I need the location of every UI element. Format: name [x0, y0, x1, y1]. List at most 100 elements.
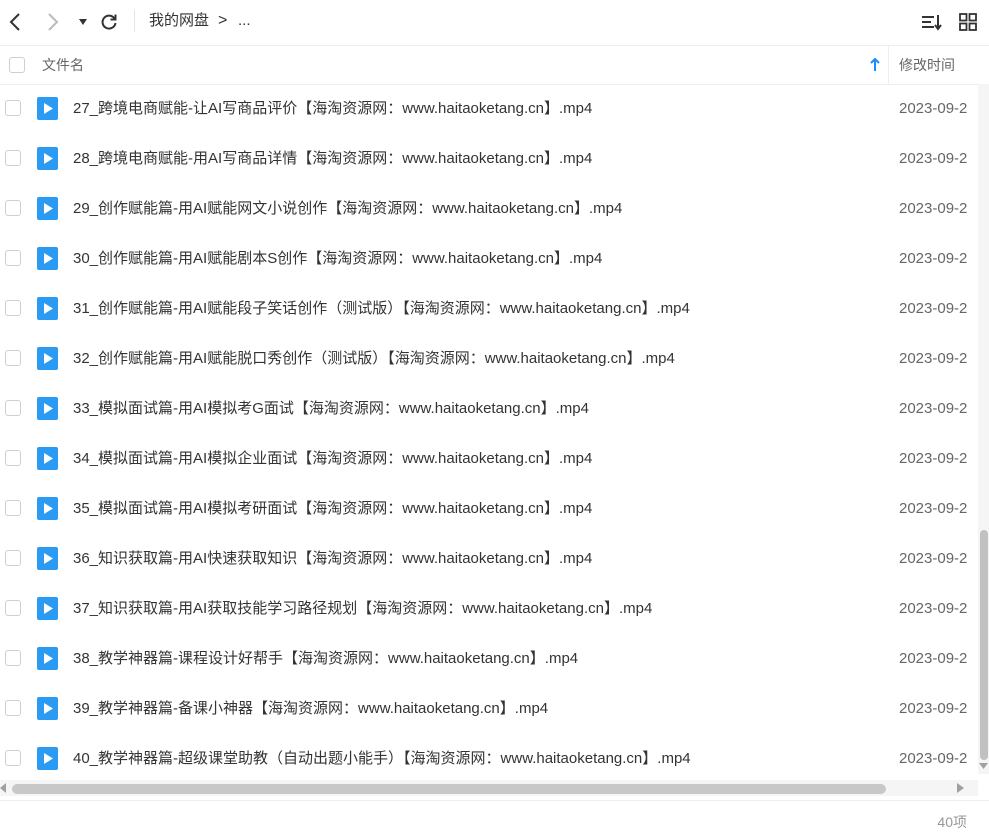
- file-name[interactable]: 28_跨境电商赋能-用AI写商品详情【海淘资源网：www.haitaoketan…: [73, 149, 592, 169]
- file-name[interactable]: 32_创作赋能篇-用AI赋能脱口秀创作（测试版）【海淘资源网：www.haita…: [73, 349, 675, 369]
- file-checkbox[interactable]: [5, 100, 21, 116]
- file-row[interactable]: 33_模拟面试篇-用AI模拟考G面试【海淘资源网：www.haitaoketan…: [0, 384, 978, 434]
- file-checkbox[interactable]: [5, 400, 21, 416]
- toolbar-divider: [134, 10, 135, 32]
- item-count: 40项: [937, 814, 967, 830]
- history-dropdown-button[interactable]: [74, 8, 92, 36]
- file-modified-date: 2023-09-2: [899, 450, 968, 467]
- file-row[interactable]: 36_知识获取篇-用AI快速获取知识【海淘资源网：www.haitaoketan…: [0, 534, 978, 584]
- file-name[interactable]: 38_教学神器篇-课程设计好帮手【海淘资源网：www.haitaoketang.…: [73, 649, 578, 669]
- video-file-icon: [37, 647, 58, 670]
- file-checkbox[interactable]: [5, 600, 21, 616]
- file-checkbox[interactable]: [5, 550, 21, 566]
- file-name[interactable]: 27_跨境电商赋能-让AI写商品评价【海淘资源网：www.haitaoketan…: [73, 99, 592, 119]
- breadcrumb-separator: >: [218, 12, 228, 29]
- file-checkbox[interactable]: [5, 650, 21, 666]
- file-name[interactable]: 30_创作赋能篇-用AI赋能剧本S创作【海淘资源网：www.haitaoketa…: [73, 249, 602, 269]
- file-row[interactable]: 34_模拟面试篇-用AI模拟企业面试【海淘资源网：www.haitaoketan…: [0, 434, 978, 484]
- file-list: 27_跨境电商赋能-让AI写商品评价【海淘资源网：www.haitaoketan…: [0, 84, 978, 774]
- file-checkbox[interactable]: [5, 750, 21, 766]
- file-name[interactable]: 39_教学神器篇-备课小神器【海淘资源网：www.haitaoketang.cn…: [73, 699, 548, 719]
- file-modified-date: 2023-09-2: [899, 650, 968, 667]
- file-checkbox[interactable]: [5, 700, 21, 716]
- file-modified-date: 2023-09-2: [899, 700, 968, 717]
- column-header-date[interactable]: 修改时间: [899, 56, 955, 74]
- scroll-right-arrow-icon[interactable]: [957, 783, 965, 793]
- grid-view-button[interactable]: [956, 8, 980, 36]
- video-file-icon: [37, 547, 58, 570]
- video-file-icon: [37, 247, 58, 270]
- file-checkbox[interactable]: [5, 250, 21, 266]
- file-modified-date: 2023-09-2: [899, 100, 968, 117]
- file-name[interactable]: 33_模拟面试篇-用AI模拟考G面试【海淘资源网：www.haitaoketan…: [73, 399, 589, 419]
- video-file-icon: [37, 97, 58, 120]
- horizontal-scrollbar-thumb[interactable]: [12, 784, 886, 794]
- video-file-icon: [37, 347, 58, 370]
- file-modified-date: 2023-09-2: [899, 550, 968, 567]
- file-modified-date: 2023-09-2: [899, 750, 968, 767]
- scroll-left-arrow-icon[interactable]: [0, 783, 7, 793]
- video-file-icon: [37, 747, 58, 770]
- video-file-icon: [37, 197, 58, 220]
- file-row[interactable]: 38_教学神器篇-课程设计好帮手【海淘资源网：www.haitaoketang.…: [0, 634, 978, 684]
- video-file-icon: [37, 397, 58, 420]
- sort-button[interactable]: [920, 8, 944, 36]
- vertical-scrollbar[interactable]: [978, 84, 989, 774]
- chevron-left-icon: [9, 13, 20, 31]
- file-row[interactable]: 39_教学神器篇-备课小神器【海淘资源网：www.haitaoketang.cn…: [0, 684, 978, 734]
- file-modified-date: 2023-09-2: [899, 350, 968, 367]
- file-row[interactable]: 31_创作赋能篇-用AI赋能段子笑话创作（测试版）【海淘资源网：www.hait…: [0, 284, 978, 334]
- file-checkbox[interactable]: [5, 350, 21, 366]
- file-name[interactable]: 31_创作赋能篇-用AI赋能段子笑话创作（测试版）【海淘资源网：www.hait…: [73, 299, 690, 319]
- file-row[interactable]: 32_创作赋能篇-用AI赋能脱口秀创作（测试版）【海淘资源网：www.haita…: [0, 334, 978, 384]
- file-checkbox[interactable]: [5, 450, 21, 466]
- back-button[interactable]: [4, 8, 26, 36]
- sort-ascending-icon[interactable]: [870, 58, 880, 72]
- file-row[interactable]: 30_创作赋能篇-用AI赋能剧本S创作【海淘资源网：www.haitaoketa…: [0, 234, 978, 284]
- video-file-icon: [37, 147, 58, 170]
- file-name[interactable]: 34_模拟面试篇-用AI模拟企业面试【海淘资源网：www.haitaoketan…: [73, 449, 592, 469]
- file-row[interactable]: 29_创作赋能篇-用AI赋能网文小说创作【海淘资源网：www.haitaoket…: [0, 184, 978, 234]
- video-file-icon: [37, 597, 58, 620]
- file-modified-date: 2023-09-2: [899, 600, 968, 617]
- file-modified-date: 2023-09-2: [899, 500, 968, 517]
- breadcrumb-root[interactable]: 我的网盘: [149, 11, 209, 31]
- status-bar: 40项: [0, 800, 989, 833]
- file-modified-date: 2023-09-2: [899, 150, 968, 167]
- forward-button[interactable]: [42, 8, 64, 36]
- caret-down-icon: [79, 19, 87, 25]
- select-all-checkbox[interactable]: [9, 57, 25, 73]
- file-row[interactable]: 35_模拟面试篇-用AI模拟考研面试【海淘资源网：www.haitaoketan…: [0, 484, 978, 534]
- file-list-header: 文件名 修改时间: [0, 45, 989, 85]
- file-row[interactable]: 37_知识获取篇-用AI获取技能学习路径规划【海淘资源网：www.haitaok…: [0, 584, 978, 634]
- file-checkbox[interactable]: [5, 150, 21, 166]
- file-modified-date: 2023-09-2: [899, 200, 968, 217]
- file-row[interactable]: 28_跨境电商赋能-用AI写商品详情【海淘资源网：www.haitaoketan…: [0, 134, 978, 184]
- chevron-right-icon: [48, 13, 59, 31]
- video-file-icon: [37, 697, 58, 720]
- file-name[interactable]: 35_模拟面试篇-用AI模拟考研面试【海淘资源网：www.haitaoketan…: [73, 499, 592, 519]
- toolbar: 我的网盘 > ...: [0, 0, 989, 44]
- file-row[interactable]: 27_跨境电商赋能-让AI写商品评价【海淘资源网：www.haitaoketan…: [0, 84, 978, 134]
- column-divider: [888, 46, 889, 84]
- file-checkbox[interactable]: [5, 500, 21, 516]
- video-file-icon: [37, 447, 58, 470]
- refresh-button[interactable]: [98, 8, 120, 36]
- file-name[interactable]: 40_教学神器篇-超级课堂助教（自动出题小能手）【海淘资源网：www.haita…: [73, 749, 691, 769]
- video-file-icon: [37, 497, 58, 520]
- vertical-scrollbar-thumb[interactable]: [980, 530, 988, 760]
- horizontal-scrollbar[interactable]: [0, 780, 978, 796]
- file-checkbox[interactable]: [5, 300, 21, 316]
- file-name[interactable]: 29_创作赋能篇-用AI赋能网文小说创作【海淘资源网：www.haitaoket…: [73, 199, 622, 219]
- file-modified-date: 2023-09-2: [899, 250, 968, 267]
- sort-icon: [922, 15, 942, 31]
- file-name[interactable]: 36_知识获取篇-用AI快速获取知识【海淘资源网：www.haitaoketan…: [73, 549, 592, 569]
- breadcrumb-more[interactable]: ...: [238, 11, 251, 31]
- scroll-down-arrow-icon[interactable]: [979, 762, 988, 770]
- column-header-name[interactable]: 文件名: [42, 56, 84, 74]
- file-name[interactable]: 37_知识获取篇-用AI获取技能学习路径规划【海淘资源网：www.haitaok…: [73, 599, 652, 619]
- grid-icon: [959, 13, 977, 31]
- file-row[interactable]: 40_教学神器篇-超级课堂助教（自动出题小能手）【海淘资源网：www.haita…: [0, 734, 978, 774]
- file-modified-date: 2023-09-2: [899, 400, 968, 417]
- file-checkbox[interactable]: [5, 200, 21, 216]
